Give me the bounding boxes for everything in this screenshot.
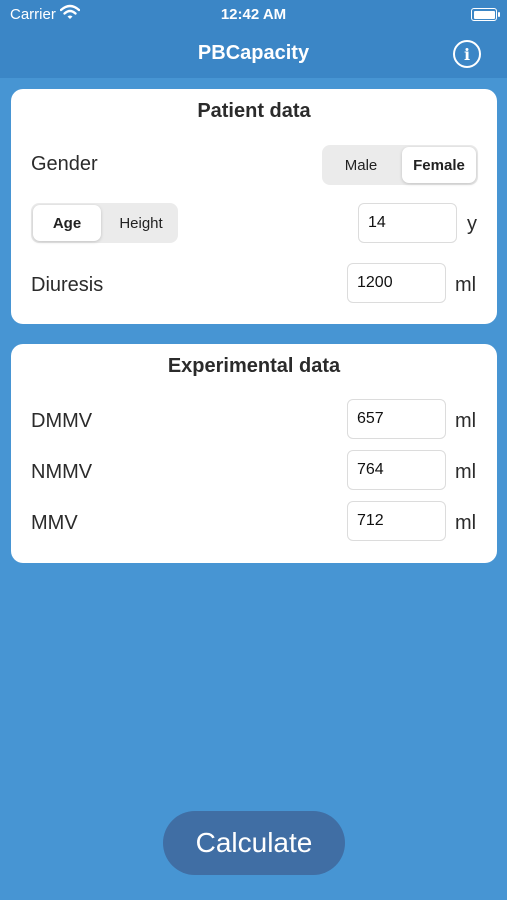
diuresis-input[interactable]: 1200 [347, 263, 446, 303]
experimental-data-title: Experimental data [167, 355, 341, 377]
patient-data-title: Patient data [197, 100, 311, 122]
mmv-unit: ml [455, 512, 477, 534]
measure-option-height[interactable]: Height [106, 205, 176, 241]
navigation-bar: PBCapacity i [0, 30, 507, 78]
mmv-label: MMV [31, 512, 78, 534]
age-unit: y [467, 213, 477, 235]
age-height-segmented-control: Age Height [31, 203, 178, 243]
gender-label: Gender [31, 153, 98, 175]
mmv-input[interactable]: 712 [347, 501, 446, 541]
status-bar: Carrier 12:42 AM [0, 0, 507, 30]
measure-option-age[interactable]: Age [33, 205, 101, 241]
battery-icon [471, 8, 500, 21]
age-input[interactable]: 14 [358, 203, 457, 243]
gender-segmented-control: Male Female [322, 145, 478, 185]
gender-option-female[interactable]: Female [402, 147, 476, 183]
nmmv-unit: ml [455, 461, 477, 483]
calculate-button[interactable]: Calculate [163, 811, 345, 875]
dmmv-unit: ml [455, 410, 477, 432]
diuresis-label: Diuresis [31, 274, 104, 296]
experimental-data-card: Experimental data DMMV 657 ml NMMV 764 m… [11, 344, 497, 563]
status-time: 12:42 AM [220, 6, 287, 23]
dmmv-label: DMMV [31, 410, 93, 432]
patient-data-card: Patient data Gender Male Female Age Heig… [11, 89, 497, 324]
page-title: PBCapacity [197, 42, 310, 64]
gender-option-male[interactable]: Male [324, 147, 398, 183]
info-icon[interactable]: i [453, 40, 481, 68]
nmmv-label: NMMV [31, 461, 93, 483]
diuresis-unit: ml [455, 274, 477, 296]
nmmv-input[interactable]: 764 [347, 450, 446, 490]
dmmv-input[interactable]: 657 [347, 399, 446, 439]
